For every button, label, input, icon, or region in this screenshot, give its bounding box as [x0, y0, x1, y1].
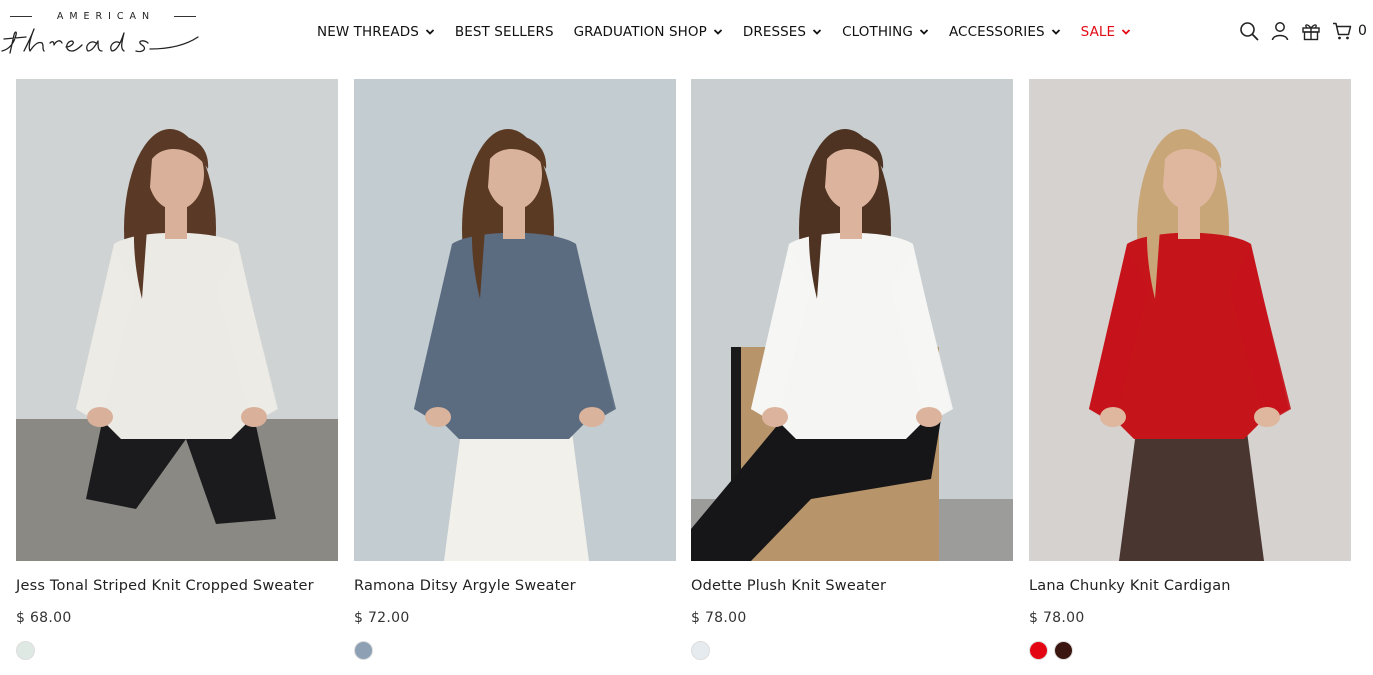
color-swatches: [691, 641, 716, 660]
nav-new-threads[interactable]: NEW THREADS: [317, 24, 435, 40]
product-title[interactable]: Lana Chunky Knit Cardigan: [1029, 578, 1231, 594]
cart-count[interactable]: 0: [1358, 23, 1367, 39]
product-title[interactable]: Ramona Ditsy Argyle Sweater: [354, 578, 576, 594]
nav-best-sellers[interactable]: BEST SELLERS: [455, 24, 554, 40]
product-image[interactable]: [354, 79, 676, 561]
nav-label: DRESSES: [742, 24, 807, 40]
product-title[interactable]: Jess Tonal Striped Knit Cropped Sweater: [16, 578, 314, 594]
product-price: $ 68.00: [16, 610, 72, 626]
chevron-down-icon: [919, 29, 929, 35]
color-swatches: [354, 641, 379, 660]
product-card[interactable]: Lana Chunky Knit Cardigan $ 78.00: [1029, 79, 1351, 675]
search-icon[interactable]: [1236, 18, 1262, 44]
product-card[interactable]: Ramona Ditsy Argyle Sweater $ 72.00: [354, 79, 676, 675]
logo-script-threads: [1, 28, 199, 54]
nav-label: GRADUATION SHOP: [573, 24, 707, 40]
product-card[interactable]: Odette Plush Knit Sweater $ 78.00: [691, 79, 1013, 675]
color-swatch[interactable]: [1029, 641, 1048, 660]
cart-icon[interactable]: [1329, 18, 1355, 44]
chevron-down-icon: [1051, 29, 1060, 35]
color-swatches: [16, 641, 41, 660]
color-swatch[interactable]: [1054, 641, 1073, 660]
header-icons: 0: [1236, 18, 1367, 44]
main-nav: NEW THREADS BEST SELLERS GRADUATION SHOP…: [307, 20, 1141, 44]
product-card[interactable]: Jess Tonal Striped Knit Cropped Sweater …: [16, 79, 338, 675]
chevron-down-icon: [713, 29, 722, 35]
color-swatch[interactable]: [691, 641, 710, 660]
nav-label: BEST SELLERS: [454, 24, 554, 40]
product-image[interactable]: [691, 79, 1013, 561]
nav-label: SALE: [1080, 24, 1116, 40]
product-price: $ 72.00: [354, 610, 410, 626]
site-header: AMERICAN NEW THREADS BEST SELLERS GRADUA…: [0, 0, 1373, 64]
product-price: $ 78.00: [691, 610, 747, 626]
product-image[interactable]: [1029, 79, 1351, 561]
nav-graduation-shop[interactable]: GRADUATION SHOP: [574, 24, 723, 40]
chevron-down-icon: [1122, 29, 1131, 35]
product-title[interactable]: Odette Plush Knit Sweater: [691, 578, 886, 594]
logo-wordmark: AMERICAN: [56, 10, 156, 22]
color-swatch[interactable]: [354, 641, 373, 660]
nav-label: ACCESSORIES: [948, 24, 1045, 40]
logo-rule-left: [10, 15, 32, 17]
gift-icon[interactable]: [1298, 18, 1324, 44]
nav-accessories[interactable]: ACCESSORIES: [949, 24, 1061, 40]
logo-rule-right: [174, 15, 196, 17]
chevron-down-icon: [425, 29, 435, 35]
color-swatches: [1029, 641, 1079, 660]
color-swatch[interactable]: [16, 641, 35, 660]
nav-sale[interactable]: SALE: [1081, 24, 1132, 40]
product-grid: Jess Tonal Striped Knit Cropped Sweater …: [16, 79, 1352, 675]
product-image[interactable]: [16, 79, 338, 561]
chevron-down-icon: [812, 29, 822, 35]
account-icon[interactable]: [1267, 18, 1293, 44]
nav-label: CLOTHING: [842, 24, 913, 40]
product-price: $ 78.00: [1029, 610, 1085, 626]
nav-clothing[interactable]: CLOTHING: [842, 24, 929, 40]
nav-label: NEW THREADS: [317, 24, 419, 40]
brand-logo[interactable]: AMERICAN: [0, 6, 205, 56]
nav-dresses[interactable]: DRESSES: [743, 24, 822, 40]
